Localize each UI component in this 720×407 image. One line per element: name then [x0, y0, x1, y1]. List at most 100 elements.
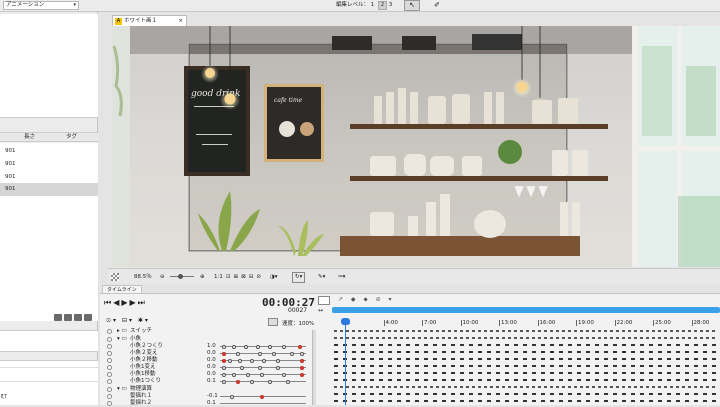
keyframe-mark[interactable]	[361, 365, 365, 367]
keyframe-mark[interactable]	[334, 393, 338, 395]
keyframe-mark[interactable]	[340, 337, 343, 339]
keyframe-mark[interactable]	[478, 400, 482, 402]
keyframe-mark[interactable]	[541, 400, 545, 402]
keyframe-mark[interactable]	[613, 393, 617, 395]
keyframe-mark[interactable]	[586, 337, 589, 339]
keyframe-mark[interactable]	[508, 337, 511, 339]
track-row[interactable]: 小魚1移動 0.0	[104, 371, 309, 378]
keyframe-mark[interactable]	[460, 372, 464, 374]
keyframe-mark[interactable]	[433, 393, 437, 395]
keyframe-mark[interactable]	[379, 393, 383, 395]
keyframe-mark[interactable]	[469, 400, 473, 402]
keyframe-mark[interactable]	[559, 400, 563, 402]
keyframe-mark[interactable]	[559, 351, 563, 353]
keyframe-mark[interactable]	[574, 330, 577, 332]
keyframe-mark[interactable]	[658, 351, 662, 353]
keyframe-mark[interactable]	[541, 365, 545, 367]
keyframe-mark[interactable]	[352, 330, 355, 332]
keyframe-mark[interactable]	[505, 372, 509, 374]
keyframe-mark[interactable]	[376, 386, 379, 388]
keyframe-mark[interactable]	[586, 365, 590, 367]
zoom-in-icon[interactable]: ⊕	[200, 269, 205, 285]
keyframe-mark[interactable]	[592, 386, 595, 388]
keyframe-mark[interactable]	[523, 372, 527, 374]
keyframe-mark[interactable]	[415, 372, 419, 374]
keyframe-mark[interactable]	[442, 337, 445, 339]
keyframe-mark[interactable]	[676, 358, 680, 360]
keyframe-mark[interactable]	[433, 379, 437, 381]
keyframe-mark[interactable]	[556, 386, 559, 388]
keyframe-mark[interactable]	[376, 337, 379, 339]
keyframe-mark[interactable]	[505, 344, 509, 346]
keyframe-mark[interactable]	[424, 386, 427, 388]
keyframe-mark[interactable]	[514, 337, 517, 339]
keyframe-mark[interactable]	[451, 372, 455, 374]
keyframe-mark[interactable]	[577, 365, 581, 367]
close-icon[interactable]: ×	[178, 16, 183, 26]
keyframe-mark[interactable]	[505, 365, 509, 367]
keyframe-mark[interactable]	[397, 358, 401, 360]
keyframe-mark[interactable]	[460, 330, 463, 332]
keyframe-dot[interactable]	[272, 352, 276, 356]
keyframe-mark[interactable]	[460, 379, 464, 381]
keyframe-mark[interactable]	[508, 330, 511, 332]
keyframe-mark[interactable]	[541, 372, 545, 374]
keyframe-mark[interactable]	[508, 386, 511, 388]
keyframe-mark[interactable]	[658, 358, 662, 360]
keyframe-mark[interactable]	[559, 358, 563, 360]
keyframe-mark[interactable]	[634, 386, 637, 388]
keyframe-mark[interactable]	[550, 379, 554, 381]
keyframe-mark[interactable]	[364, 337, 367, 339]
keyframe-mark[interactable]	[649, 400, 653, 402]
keyframe-mark[interactable]	[664, 337, 667, 339]
track-row[interactable]: 髪揺れ１ -0.1	[104, 393, 309, 400]
keyframe-mark[interactable]	[631, 372, 635, 374]
speed-icon[interactable]	[268, 318, 278, 326]
keyframe-mark[interactable]	[448, 330, 451, 332]
zoom-out-icon[interactable]: ⊖	[160, 269, 165, 285]
keyframe-mark[interactable]	[550, 344, 554, 346]
keyframe-mark[interactable]	[676, 337, 679, 339]
keyframe-mark[interactable]	[544, 386, 547, 388]
keyframe-dot[interactable]	[290, 352, 294, 356]
keyframe-dot[interactable]	[230, 395, 234, 399]
keyframe-mark[interactable]	[694, 400, 698, 402]
keyframe-mark[interactable]	[541, 358, 545, 360]
playback-controls[interactable]: ⏮◀▶▶⏭	[104, 298, 147, 308]
keyframe-mark[interactable]	[379, 379, 383, 381]
keyframe-mark[interactable]	[658, 372, 662, 374]
keyframe-mark[interactable]	[424, 365, 428, 367]
keyframe-mark[interactable]	[649, 365, 653, 367]
keyframe-mark[interactable]	[613, 400, 617, 402]
keyframe-mark[interactable]	[352, 365, 356, 367]
keyframe-mark[interactable]	[640, 365, 644, 367]
pen-tool-icon[interactable]: ✎▾	[318, 269, 325, 285]
keyframe-mark[interactable]	[406, 365, 410, 367]
keyframe-mark[interactable]	[478, 351, 482, 353]
keyframe-mark[interactable]	[604, 400, 608, 402]
keyframe-mark[interactable]	[688, 337, 691, 339]
keyframe-mark[interactable]	[424, 379, 428, 381]
playhead-line[interactable]	[345, 318, 346, 405]
keyframe-dot[interactable]	[282, 373, 286, 377]
keyframe-mark[interactable]	[667, 400, 671, 402]
list-item[interactable]: 901	[0, 183, 98, 196]
keyframe-mark[interactable]	[613, 379, 617, 381]
keyframe-mark[interactable]	[694, 344, 698, 346]
keyframe-mark[interactable]	[532, 400, 536, 402]
keyframe-mark[interactable]	[568, 344, 572, 346]
keyframe-mark[interactable]	[562, 330, 565, 332]
keyframe-mark[interactable]	[577, 379, 581, 381]
keyframe-mark[interactable]	[505, 400, 509, 402]
keyframe-mark[interactable]	[400, 337, 403, 339]
keyframe-mark[interactable]	[598, 386, 601, 388]
keyframe-dot[interactable]	[236, 380, 240, 384]
keyframe-mark[interactable]	[670, 330, 673, 332]
keyframe-mark[interactable]	[532, 379, 536, 381]
keyframe-mark[interactable]	[376, 330, 379, 332]
keyframe-mark[interactable]	[424, 358, 428, 360]
keyframe-mark[interactable]	[412, 386, 415, 388]
keyframe-mark[interactable]	[496, 351, 500, 353]
keyframe-mark[interactable]	[694, 393, 698, 395]
keyframe-mark[interactable]	[379, 365, 383, 367]
